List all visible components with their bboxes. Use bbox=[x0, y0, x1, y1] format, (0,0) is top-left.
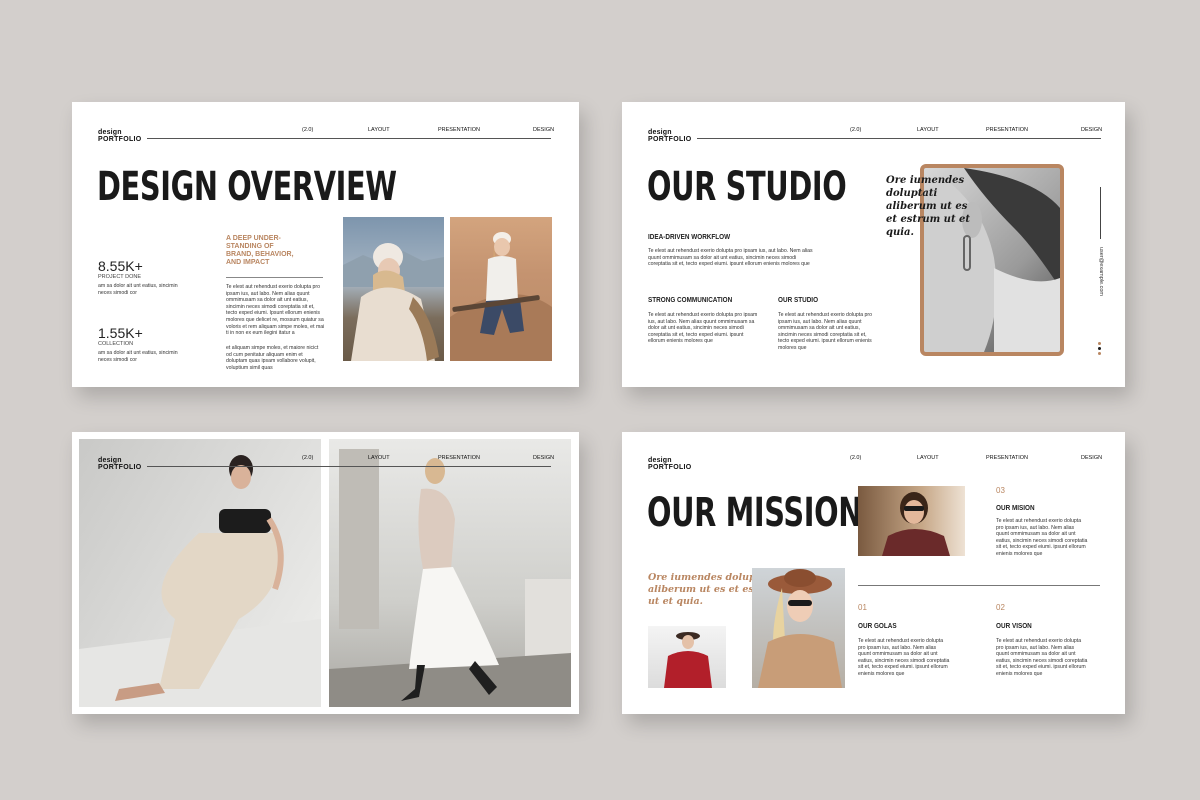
nav-layout: LAYOUT bbox=[917, 455, 939, 461]
nav-layout: LAYOUT bbox=[368, 455, 390, 461]
body-text-2: et aliquam simpe moles, et maiore nicict… bbox=[226, 345, 319, 371]
photo-woman-sunglasses bbox=[858, 486, 965, 556]
mission-heading: OUR MISION bbox=[996, 503, 1035, 512]
vision-number: 02 bbox=[996, 603, 1005, 612]
slide-photo-spread[interactable]: design PORTFOLIO (2.0) LAYOUT PRESENTATI… bbox=[72, 432, 579, 714]
brand-logo: design PORTFOLIO bbox=[648, 129, 692, 143]
divider bbox=[226, 277, 323, 278]
pager-dot-3 bbox=[1098, 352, 1101, 355]
accent-heading: A DEEP UNDER- STANDING OF BRAND, BEHAVIO… bbox=[226, 235, 294, 266]
nav-design: DESIGN bbox=[1081, 127, 1103, 133]
pager-dot-2 bbox=[1098, 347, 1101, 350]
quote-text: Ore iumendes doluptati aliberum ut es et… bbox=[886, 175, 971, 238]
nav-layout: LAYOUT bbox=[368, 127, 390, 133]
nav-presentation: PRESENTATION bbox=[438, 455, 480, 461]
photo-woman-seated bbox=[79, 439, 321, 707]
nav-version: (2.0) bbox=[850, 455, 862, 461]
slide-design-overview[interactable]: design PORTFOLIO (2.0) LAYOUT PRESENTATI… bbox=[72, 102, 579, 387]
section-heading-workflow: IDEA-DRIVEN WORKFLOW bbox=[648, 232, 731, 241]
slide-our-studio[interactable]: design PORTFOLIO (2.0) LAYOUT PRESENTATI… bbox=[622, 102, 1125, 387]
body-text-1: Te elest aut rehendust exerio dolupta pr… bbox=[226, 284, 325, 337]
brand-logo: design PORTFOLIO bbox=[98, 457, 142, 471]
email-text: user@example.com bbox=[1098, 247, 1104, 296]
goals-number: 01 bbox=[858, 603, 867, 612]
goals-text: Te elest aut rehendust exerio dolupta pr… bbox=[858, 638, 950, 677]
nav-layout: LAYOUT bbox=[917, 127, 939, 133]
nav-design: DESIGN bbox=[1081, 455, 1103, 461]
nav-version: (2.0) bbox=[302, 455, 314, 461]
nav-design: DESIGN bbox=[533, 127, 555, 133]
vision-text: Te elest aut rehendust exerio dolupta pr… bbox=[996, 638, 1088, 677]
mission-text: Te elest aut rehendust exerio dolupta pr… bbox=[996, 518, 1088, 557]
mission-divider bbox=[858, 585, 1100, 586]
side-rule bbox=[1100, 187, 1101, 239]
brand-logo: design PORTFOLIO bbox=[648, 457, 692, 471]
page-title: OUR STUDIO bbox=[647, 164, 847, 210]
header-rule bbox=[147, 138, 551, 139]
section-text-studio: Te elest aut rehendust exerio dolupta pr… bbox=[778, 312, 873, 351]
photo-woman-hat bbox=[752, 568, 845, 688]
nav-presentation: PRESENTATION bbox=[986, 127, 1028, 133]
page-title: DESIGN OVERVIEW bbox=[97, 164, 397, 210]
section-text-workflow: Te elest aut rehendust exerio dolupta pr… bbox=[648, 248, 813, 268]
nav-version: (2.0) bbox=[850, 127, 862, 133]
slide-our-mission[interactable]: design PORTFOLIO (2.0) LAYOUT PRESENTATI… bbox=[622, 432, 1125, 714]
photo-woman-walking bbox=[329, 439, 571, 707]
nav-presentation: PRESENTATION bbox=[986, 455, 1028, 461]
page-title: OUR MISSION bbox=[647, 490, 862, 536]
brand-logo: design PORTFOLIO bbox=[98, 129, 142, 143]
stat-collection-desc: am sa dolor ait unt eatius, sincimin nec… bbox=[98, 350, 178, 363]
header-rule bbox=[147, 466, 551, 467]
pager-dot-1 bbox=[1098, 342, 1101, 345]
vision-heading: OUR VISON bbox=[996, 621, 1032, 630]
stat-collection-label: COLLECTION bbox=[98, 341, 134, 347]
photo-woman-skateboard bbox=[450, 217, 552, 361]
section-text-communication: Te elest aut rehendust exerio dolupta pr… bbox=[648, 312, 758, 345]
nav-design: DESIGN bbox=[533, 455, 555, 461]
stat-projects-desc: am sa dolor ait unt eatius, sincimin nec… bbox=[98, 283, 178, 296]
section-heading-communication: STRONG COMMUNICATION bbox=[648, 295, 733, 304]
mission-number: 03 bbox=[996, 486, 1005, 495]
stat-projects-label: PROJECT DONE bbox=[98, 274, 141, 280]
photo-woman-red-jacket bbox=[648, 626, 726, 688]
photo-woman-beanie bbox=[343, 217, 444, 361]
header-rule bbox=[697, 138, 1101, 139]
goals-heading: OUR GOLAS bbox=[858, 621, 897, 630]
section-heading-studio: OUR STUDIO bbox=[778, 295, 819, 304]
stat-collection-value: 1.55K+ bbox=[98, 325, 143, 341]
stat-projects-value: 8.55K+ bbox=[98, 258, 143, 274]
nav-version: (2.0) bbox=[302, 127, 314, 133]
nav-presentation: PRESENTATION bbox=[438, 127, 480, 133]
